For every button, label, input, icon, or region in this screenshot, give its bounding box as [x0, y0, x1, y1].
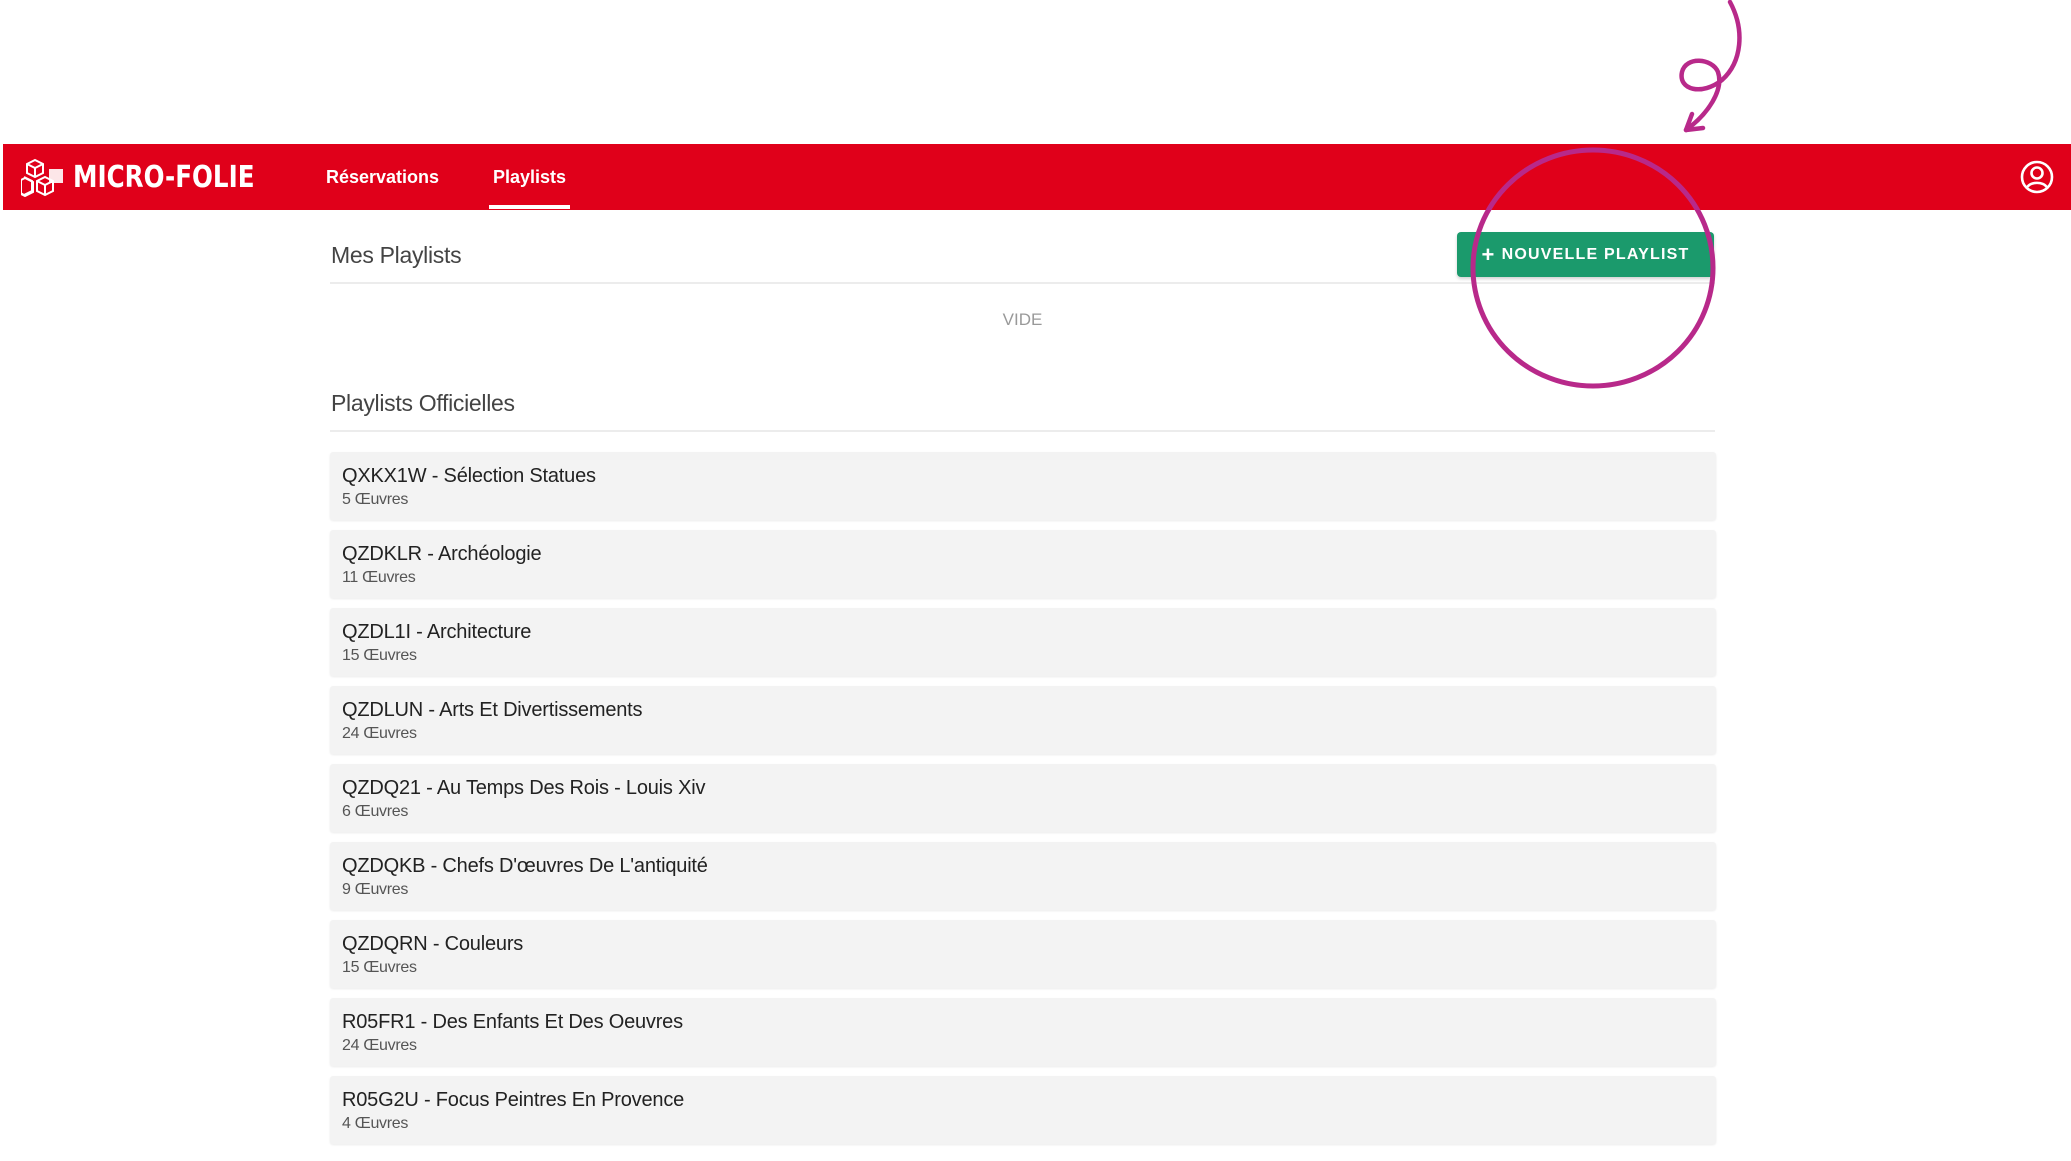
- playlist-item[interactable]: QXKX1W - Sélection Statues 5 Œuvres: [330, 452, 1716, 520]
- playlist-title: QZDKLR - Archéologie: [342, 543, 542, 565]
- playlist-count: 15 Œuvres: [342, 959, 417, 976]
- playlist-title: QZDQKB - Chefs D'œuvres De L'antiquité: [342, 855, 708, 877]
- playlist-title: R05FR1 - Des Enfants Et Des Oeuvres: [342, 1011, 683, 1033]
- playlist-title: QZDL1I - Architecture: [342, 621, 532, 643]
- playlist-title: QXKX1W - Sélection Statues: [342, 465, 596, 487]
- brand-name: MICRO-FOLIE: [73, 159, 255, 195]
- playlist-count: 15 Œuvres: [342, 647, 417, 664]
- playlist-count: 4 Œuvres: [342, 1115, 409, 1132]
- new-playlist-label: NOUVELLE PLAYLIST: [1501, 245, 1690, 263]
- user-circle-icon[interactable]: [2019, 159, 2055, 195]
- empty-state-label: VIDE: [1002, 310, 1043, 329]
- cubes-logo-icon: [21, 158, 63, 197]
- playlist-item[interactable]: R05G2U - Focus Peintres En Provence 4 Œu…: [330, 1076, 1716, 1144]
- curly-arrow-icon: [1679, 0, 1742, 133]
- playlist-count: 24 Œuvres: [342, 1037, 417, 1054]
- playlist-item[interactable]: QZDL1I - Architecture 15 Œuvres: [330, 608, 1716, 676]
- playlist-title: QZDQRN - Couleurs: [342, 933, 524, 955]
- brand-logo[interactable]: MICRO-FOLIE: [21, 156, 294, 198]
- nav-item-playlists[interactable]: Playlists: [493, 144, 566, 210]
- playlist-title: R05G2U - Focus Peintres En Provence: [342, 1089, 685, 1111]
- plus-icon: +: [1481, 241, 1496, 267]
- new-playlist-button[interactable]: + NOUVELLE PLAYLIST: [1457, 232, 1714, 277]
- official-playlists-title: Playlists Officielles: [331, 390, 515, 416]
- official-playlist-list: QXKX1W - Sélection Statues 5 Œuvres QZDK…: [330, 452, 1716, 1154]
- playlist-count: 11 Œuvres: [342, 569, 416, 586]
- playlist-item[interactable]: QZDQ21 - Au Temps Des Rois - Louis Xiv 6…: [330, 764, 1716, 832]
- playlist-title: QZDQ21 - Au Temps Des Rois - Louis Xiv: [342, 777, 706, 799]
- official-playlists-header: Playlists Officielles: [330, 386, 1715, 432]
- playlist-item[interactable]: QZDKLR - Archéologie 11 Œuvres: [330, 530, 1716, 598]
- my-playlists-title: Mes Playlists: [331, 242, 462, 268]
- page: MICRO-FOLIE Réservations Playlists Mes P…: [0, 0, 2071, 1161]
- playlist-title: QZDLUN - Arts Et Divertissements: [342, 699, 643, 721]
- playlist-count: 24 Œuvres: [342, 725, 417, 742]
- playlist-count: 5 Œuvres: [342, 491, 409, 508]
- playlist-item[interactable]: R05FR1 - Des Enfants Et Des Oeuvres 24 Œ…: [330, 998, 1716, 1066]
- playlist-item[interactable]: QZDQKB - Chefs D'œuvres De L'antiquité 9…: [330, 842, 1716, 910]
- playlist-item[interactable]: QZDQRN - Couleurs 15 Œuvres: [330, 920, 1716, 988]
- playlist-count: 9 Œuvres: [342, 881, 409, 898]
- nav-item-reservations[interactable]: Réservations: [326, 144, 439, 210]
- top-navbar: MICRO-FOLIE Réservations Playlists: [3, 144, 2071, 210]
- playlist-item[interactable]: QZDLUN - Arts Et Divertissements 24 Œuvr…: [330, 686, 1716, 754]
- active-tab-indicator: [489, 205, 570, 209]
- playlist-count: 6 Œuvres: [342, 803, 409, 820]
